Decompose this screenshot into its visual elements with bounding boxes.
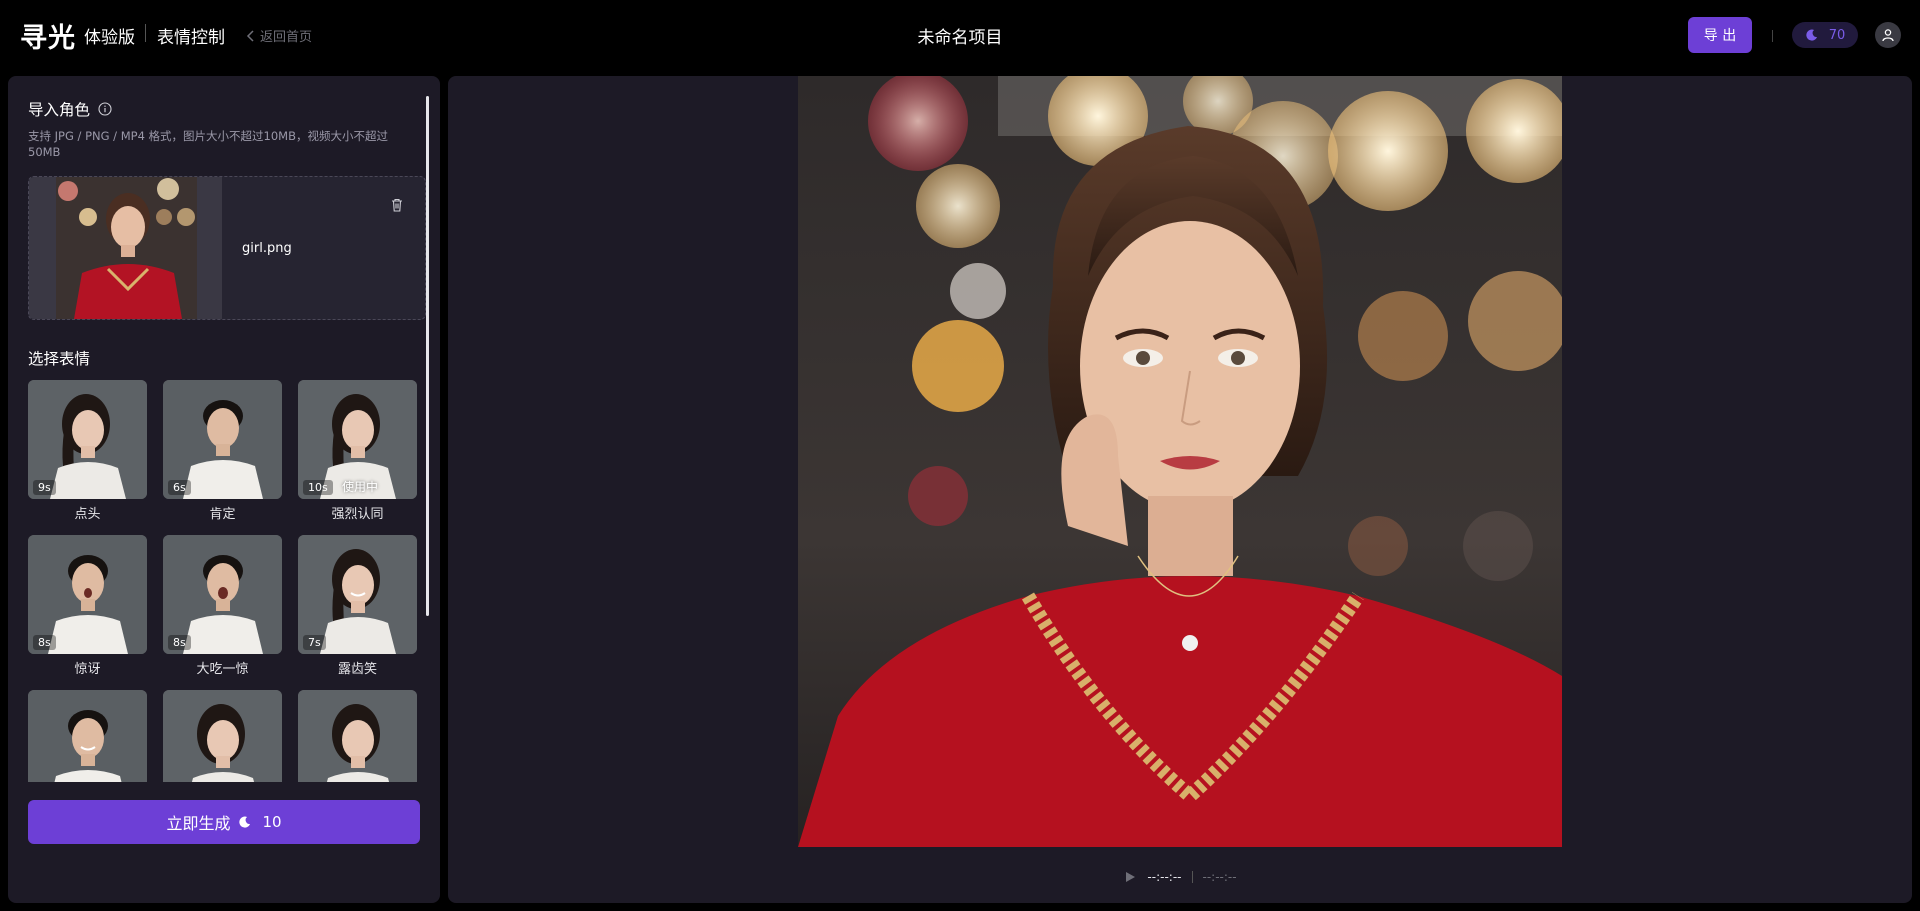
playback-bar: --:--:-- --:--:--: [448, 870, 1912, 884]
expression-thumbnail[interactable]: [298, 690, 417, 782]
expression-thumbnail[interactable]: [163, 690, 282, 782]
in-use-badge: 使用中: [342, 480, 379, 494]
moon-icon: [1806, 29, 1817, 41]
import-hint: 支持 JPG / PNG / MP4 格式，图片大小不超过10MB，视频大小不超…: [28, 129, 388, 159]
expression-duration: 10s: [303, 480, 333, 495]
user-avatar[interactable]: [1875, 22, 1901, 48]
top-bar: 寻光 体验版 表情控制 返回首页 未命名项目 导 出 70: [0, 0, 1920, 70]
expression-duration: 8s: [33, 635, 56, 650]
expression-thumbnail[interactable]: 8s: [163, 535, 282, 654]
edition-label: 体验版: [84, 28, 135, 48]
uploaded-file-name: girl.png: [242, 241, 292, 256]
header-divider: [1772, 30, 1773, 42]
expression-label: 肯定: [209, 507, 236, 522]
expression-card[interactable]: 9s 点头: [28, 380, 147, 522]
generate-label: 立即生成: [166, 814, 231, 833]
project-title[interactable]: 未命名项目: [918, 28, 1003, 48]
expression-duration: 9s: [33, 480, 56, 495]
import-title: 导入角色: [28, 101, 91, 119]
expression-label: 惊讶: [74, 662, 101, 677]
credits-badge[interactable]: 70: [1792, 22, 1858, 48]
expression-thumbnail[interactable]: 10s 使用中: [298, 380, 417, 499]
play-icon[interactable]: [1123, 870, 1137, 884]
header-divider: [145, 24, 146, 42]
expression-label: 强烈认同: [331, 507, 384, 522]
expression-thumbnail[interactable]: 8s: [28, 535, 147, 654]
time-divider: [1191, 871, 1193, 883]
expression-grid: 9s 点头 6s 肯定 10s 使用中 强烈认同 8s 惊讶 8s 大吃一惊 7…: [28, 380, 428, 782]
expressions-title: 选择表情: [28, 350, 91, 368]
generate-button[interactable]: 立即生成 10: [28, 800, 420, 844]
expression-card[interactable]: 6s 肯定: [163, 380, 282, 522]
chevron-left-icon: [246, 29, 254, 42]
expression-label: 大吃一惊: [196, 662, 249, 677]
expression-duration: 6s: [168, 480, 191, 495]
import-section-title: 导入角色: [28, 98, 112, 120]
feature-title: 表情控制: [157, 28, 225, 48]
expression-card[interactable]: 8s 惊讶: [28, 535, 147, 677]
back-home-label: 返回首页: [260, 30, 313, 45]
export-button[interactable]: 导 出: [1688, 17, 1752, 53]
expression-thumbnail[interactable]: 7s: [298, 535, 417, 654]
expressions-section-title: 选择表情: [28, 347, 90, 369]
moon-icon: [239, 816, 251, 828]
expression-duration: 8s: [168, 635, 191, 650]
expression-thumbnail[interactable]: [28, 690, 147, 782]
current-time: --:--:--: [1147, 870, 1182, 884]
left-panel: 导入角色 支持 JPG / PNG / MP4 格式，图片大小不超过10MB，视…: [8, 76, 440, 903]
credits-count: 70: [1828, 27, 1846, 43]
generate-cost: 10: [262, 813, 282, 831]
expression-thumbnail[interactable]: 6s: [163, 380, 282, 499]
expression-card[interactable]: [163, 690, 282, 782]
expression-label: 点头: [74, 507, 101, 522]
expression-card[interactable]: 7s 露齿笑: [298, 535, 417, 677]
total-time: --:--:--: [1202, 870, 1237, 884]
uploaded-character-card[interactable]: girl.png: [28, 176, 426, 320]
character-thumbnail: [56, 177, 197, 319]
preview-image: [798, 76, 1562, 847]
preview-panel: --:--:-- --:--:--: [448, 76, 1912, 903]
trash-icon[interactable]: [389, 197, 405, 213]
expression-card[interactable]: 8s 大吃一惊: [163, 535, 282, 677]
expression-card[interactable]: [28, 690, 147, 782]
expression-duration: 7s: [303, 635, 326, 650]
expression-card[interactable]: 10s 使用中 强烈认同: [298, 380, 417, 522]
expression-label: 露齿笑: [337, 662, 377, 677]
app-logo[interactable]: 寻光: [20, 16, 76, 55]
thumbnail-backdrop: [29, 177, 222, 319]
back-home-link[interactable]: 返回首页: [246, 26, 312, 45]
user-icon: [1882, 29, 1894, 42]
expression-thumbnail[interactable]: 9s: [28, 380, 147, 499]
expression-card[interactable]: [298, 690, 417, 782]
info-icon[interactable]: [98, 102, 112, 116]
